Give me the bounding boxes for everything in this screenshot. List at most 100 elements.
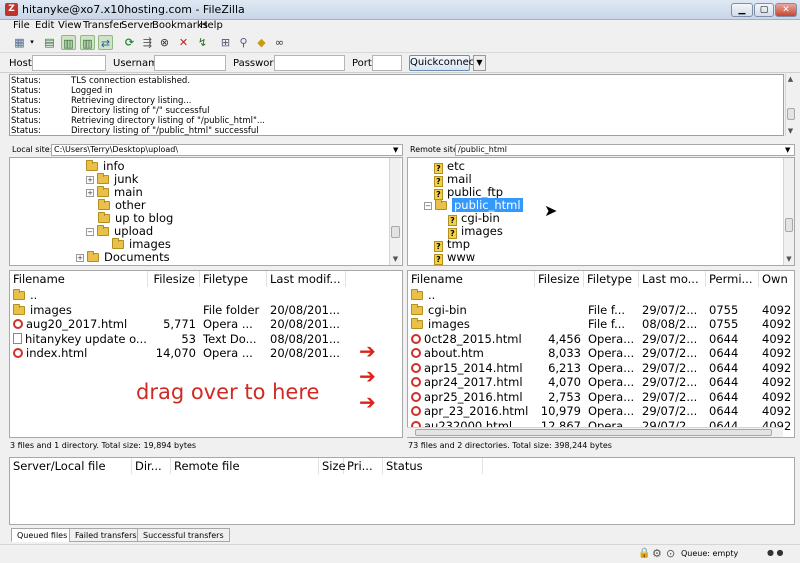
site-manager-icon[interactable]: ▦ — [12, 35, 27, 50]
remote-path-dropdown-icon[interactable]: ▼ — [785, 146, 790, 154]
file-row[interactable]: images File folder 20/08/201... — [10, 303, 402, 318]
transfer-queue: Server/Local file Dir... Remote file Siz… — [9, 457, 795, 525]
file-row[interactable]: apr25_2016.html 2,753 Opera... 29/07/2... 06… — [408, 390, 794, 405]
remote-h-scroll-thumb[interactable] — [415, 429, 772, 436]
tab-failed-transfers[interactable]: Failed transfers — [69, 528, 143, 542]
file-row[interactable]: .. — [10, 288, 402, 303]
file-row[interactable]: apr15_2014.html 6,213 Opera... 29/07/2... 06… — [408, 361, 794, 376]
file-size: 53 — [181, 331, 196, 346]
scroll-down-icon[interactable]: ▼ — [786, 126, 795, 136]
queue-header-size[interactable]: Size — [319, 458, 346, 474]
compare-directories-icon[interactable]: ◆ — [254, 35, 269, 50]
local-header-filesize[interactable]: Filesize — [148, 271, 200, 287]
file-row[interactable]: .. — [408, 288, 794, 303]
folder-icon — [98, 199, 110, 210]
minimize-button[interactable]: ▁ — [731, 3, 753, 17]
remote-header-owner[interactable]: Own — [759, 271, 794, 287]
local-tree-scrollbar[interactable]: ▼ — [389, 158, 401, 265]
lock-icon: 🔒 — [638, 548, 651, 559]
file-row[interactable]: aug20_2017.html 5,771 Opera ... 20/08/201..… — [10, 317, 402, 332]
remote-horizontal-scrollbar[interactable] — [407, 427, 783, 437]
refresh-icon[interactable]: ⟳ — [122, 35, 137, 50]
close-window-button[interactable]: ✕ — [775, 3, 797, 17]
file-name: 0ct28_2015.html — [411, 332, 535, 347]
local-path-dropdown-icon[interactable]: ▼ — [393, 146, 398, 154]
tab-queued-files[interactable]: Queued files — [11, 528, 74, 542]
remote-path-input[interactable]: /public_html — [455, 144, 795, 156]
menu-transfer[interactable]: Transfer — [83, 20, 123, 31]
scroll-down-icon[interactable]: ▼ — [784, 254, 794, 264]
file-row[interactable]: 0ct28_2015.html 4,456 Opera... 29/07/2... 06… — [408, 332, 794, 347]
remote-header-last-modified[interactable]: Last mo... — [639, 271, 706, 287]
local-header-filename[interactable]: Filename — [10, 271, 148, 287]
username-input[interactable] — [154, 55, 226, 71]
remote-header-filetype[interactable]: Filetype — [584, 271, 639, 287]
local-header-last-modified[interactable]: Last modif... — [267, 271, 346, 287]
tree-item-documents[interactable]: + Documents — [76, 251, 170, 264]
reconnect-icon[interactable]: ↯ — [195, 35, 210, 50]
file-modified: 29/07/2... — [642, 360, 698, 375]
file-row[interactable]: about.htm 8,033 Opera... 29/07/2... 0644 4092 — [408, 346, 794, 361]
file-row[interactable]: cgi-bin File f... 29/07/2... 0755 4092 — [408, 303, 794, 318]
search-files-icon[interactable]: ∞ — [272, 35, 287, 50]
file-row[interactable]: apr24_2017.html 4,070 Opera... 29/07/2... 06… — [408, 375, 794, 390]
disconnect-icon[interactable]: ✕ — [176, 35, 191, 50]
file-row[interactable]: images File f... 08/08/2... 0755 4092 — [408, 317, 794, 332]
quickconnect-button[interactable]: Quickconnect — [409, 55, 478, 71]
file-row[interactable]: apr_23_2016.html 10,979 Opera... 29/07/2...… — [408, 404, 794, 419]
toggle-remote-tree-icon[interactable]: ▥ — [80, 35, 95, 50]
tab-successful-transfers[interactable]: Successful transfers — [137, 528, 230, 542]
quickconnect-dropdown-icon[interactable]: ▼ — [473, 55, 486, 71]
local-tree-scroll-thumb[interactable] — [391, 226, 400, 238]
file-row[interactable]: index.html 14,070 Opera ... 20/08/201... — [10, 346, 402, 361]
menu-server[interactable]: Server — [121, 20, 154, 31]
site-manager-dropdown-icon[interactable]: ▾ — [28, 35, 36, 50]
remote-header-filename[interactable]: Filename — [408, 271, 535, 287]
password-input[interactable] — [274, 55, 345, 71]
maximize-button[interactable]: ▢ — [754, 3, 774, 17]
file-type: Opera... — [588, 375, 635, 389]
expand-icon[interactable]: + — [86, 176, 94, 184]
local-path-input[interactable]: C:\Users\Terry\Desktop\upload\ — [51, 144, 403, 156]
collapse-icon[interactable]: − — [86, 228, 94, 236]
queue-header-remote-file[interactable]: Remote file — [171, 458, 319, 474]
log-scrollbar[interactable]: ▲ ▼ — [785, 74, 795, 136]
file-row[interactable]: hitanykey update o... 53 Text Do... 08/08/2… — [10, 332, 402, 347]
folder-icon — [97, 186, 109, 197]
queue-header-status[interactable]: Status — [383, 458, 483, 474]
queue-header-local-file[interactable]: Server/Local file — [10, 458, 132, 474]
cancel-operation-icon[interactable]: ⊗ — [157, 35, 172, 50]
remote-tree-scroll-thumb[interactable] — [785, 218, 793, 232]
scroll-down-icon[interactable]: ▼ — [390, 254, 401, 264]
remote-header-filesize[interactable]: Filesize — [535, 271, 584, 287]
collapse-icon[interactable]: − — [424, 202, 432, 210]
log-scroll-thumb[interactable] — [787, 108, 795, 120]
directory-filter-icon[interactable]: ⊞ — [218, 35, 233, 50]
local-header-filetype[interactable]: Filetype — [200, 271, 267, 287]
port-input[interactable] — [372, 55, 402, 71]
tree-item-www[interactable]: ? www — [434, 251, 475, 265]
menu-edit[interactable]: Edit — [35, 20, 54, 31]
sync-browsing-icon[interactable]: ⚲ — [236, 35, 251, 50]
expand-icon[interactable]: + — [76, 254, 84, 262]
toggle-queue-icon[interactable]: ⇄ — [98, 35, 113, 50]
file-modified: 29/07/2... — [642, 331, 698, 346]
toggle-log-icon[interactable]: ▤ — [42, 35, 57, 50]
remote-tree-scrollbar[interactable]: ▼ — [783, 158, 794, 265]
scroll-up-icon[interactable]: ▲ — [786, 74, 795, 84]
file-type: Opera ... — [203, 346, 253, 360]
expand-icon[interactable]: + — [86, 189, 94, 197]
toggle-local-tree-icon[interactable]: ▥ — [61, 35, 76, 50]
host-input[interactable] — [32, 55, 106, 71]
menu-file[interactable]: File — [13, 20, 30, 31]
file-name: about.htm — [411, 346, 535, 361]
queue-header-priority[interactable]: Pri... — [344, 458, 383, 474]
remote-site-label: Remote site: — [410, 145, 461, 154]
remote-header-permissions[interactable]: Permi... — [706, 271, 759, 287]
queue-header-direction[interactable]: Dir... — [132, 458, 171, 474]
menu-view[interactable]: View — [58, 20, 82, 31]
menu-help[interactable]: Help — [200, 20, 223, 31]
file-modified: 08/08/201... — [270, 331, 340, 346]
file-name: aug20_2017.html — [13, 317, 146, 332]
process-queue-icon[interactable]: ⇶ — [140, 35, 155, 50]
